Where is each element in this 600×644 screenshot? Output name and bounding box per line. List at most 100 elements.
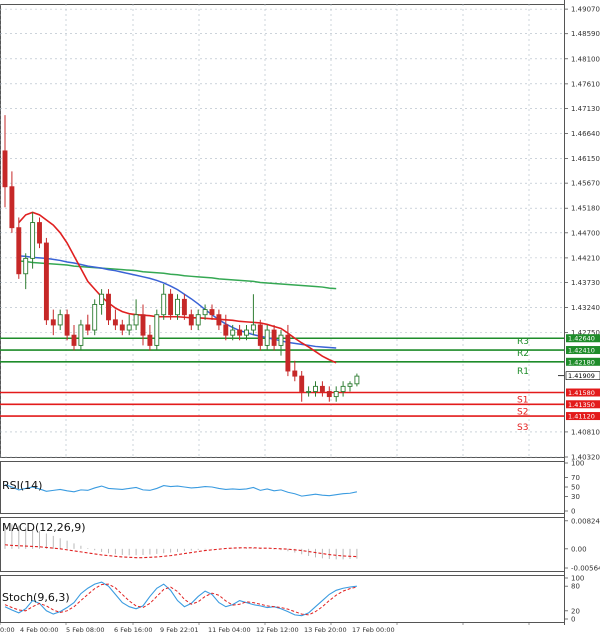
macd-y-tick-label: -0.005643 xyxy=(571,565,600,573)
candle-body xyxy=(278,334,284,346)
candle-body xyxy=(230,329,236,336)
candle-body xyxy=(216,314,222,326)
price-y-tick-label: 1.48590 xyxy=(571,30,600,38)
candle-body xyxy=(237,329,243,336)
candle-body xyxy=(112,319,118,326)
price-y-tick-label: 1.40810 xyxy=(571,428,600,436)
price-y-tick-label: 1.45180 xyxy=(571,205,600,213)
level-price-label-s1: 1.41580 xyxy=(568,389,595,397)
candle-body xyxy=(319,385,325,392)
candle-body xyxy=(23,257,29,275)
forex-chart: 1.49070 1.48590 1.48100 1.47610 1.47130 1.466… xyxy=(0,0,600,640)
chart-svg: 1.49070 1.48590 1.48100 1.47610 1.47130 1.466… xyxy=(0,0,600,634)
stoch-y-tick-label: 100 xyxy=(571,575,584,583)
candle-body xyxy=(147,334,153,346)
price-y-tick-label: 1.45670 xyxy=(571,180,600,188)
stoch-y-tick-label: 0 xyxy=(571,616,575,624)
price-y-tick-label: 1.46640 xyxy=(571,130,600,138)
candle-body xyxy=(99,293,105,305)
rsi-y-tick-label: 100 xyxy=(571,460,584,468)
price-y-tick-label: 1.43730 xyxy=(571,279,600,287)
candle-body xyxy=(285,334,291,372)
candle-body xyxy=(264,329,270,346)
x-tick-label: 5 Feb 08:00 xyxy=(66,626,105,634)
candle-body xyxy=(126,324,132,331)
candle-body xyxy=(333,391,339,398)
macd-y-tick-label: 0.00 xyxy=(571,545,587,553)
stoch-panel-frame xyxy=(0,575,565,623)
price-y-tick-label: 1.44700 xyxy=(571,229,600,237)
candle-body xyxy=(181,298,187,316)
x-tick-label: 13 Feb 20:00 xyxy=(304,626,347,634)
price-panel-frame xyxy=(0,4,565,458)
level-name-r1: R1 xyxy=(517,367,529,377)
candle-body xyxy=(119,324,125,331)
stoch-title: Stoch(9,6,3) xyxy=(2,591,70,604)
candle-body xyxy=(250,324,256,331)
candle-body xyxy=(2,150,8,188)
rsi-y-tick-label: 30 xyxy=(571,493,580,501)
x-tick-label: 11 Feb 04:00 xyxy=(208,626,251,634)
candle-body xyxy=(188,314,194,326)
candle-body xyxy=(16,227,22,275)
candle-body xyxy=(50,319,56,326)
candle-body xyxy=(354,375,360,385)
candle-body xyxy=(9,186,15,229)
price-y-tick-label: 1.49070 xyxy=(571,6,600,14)
rsi-title: RSI(14) xyxy=(2,479,42,492)
price-y-tick-label: 1.44210 xyxy=(571,254,600,262)
candle-body xyxy=(57,314,63,326)
level-price-label-r3: 1.42640 xyxy=(568,335,595,343)
price-y-tick-label: 1.47130 xyxy=(571,105,600,113)
candle-body xyxy=(154,314,160,346)
price-y-tick-label: 1.46150 xyxy=(571,155,600,163)
candle-body xyxy=(106,293,111,321)
rsi-y-tick-label: 0 xyxy=(571,508,575,516)
candle-body xyxy=(209,309,215,316)
candle-body xyxy=(133,314,139,326)
rsi-y-tick-label: 50 xyxy=(571,484,580,492)
candle-body xyxy=(30,222,36,259)
candle-body xyxy=(140,314,146,336)
x-tick-label: 6 Feb 16:00 xyxy=(114,626,153,634)
level-name-r3: R3 xyxy=(517,337,529,347)
level-name-r2: R2 xyxy=(517,349,529,359)
candle-body xyxy=(85,324,91,331)
level-name-s2: S2 xyxy=(517,407,528,417)
candle-body xyxy=(37,222,42,244)
candle-body xyxy=(175,298,180,316)
level-price-label-r2: 1.42410 xyxy=(568,347,595,355)
candle-body xyxy=(340,385,346,392)
price-y-tick-label: 1.43240 xyxy=(571,304,600,312)
candle-body xyxy=(223,324,229,336)
candle-body xyxy=(168,293,174,316)
x-tick-label: 9 Feb 22:01 xyxy=(160,626,199,634)
level-price-label-s3: 1.41120 xyxy=(568,413,595,421)
candle-body xyxy=(299,375,305,392)
candle-body xyxy=(257,324,263,346)
candle-body xyxy=(64,314,70,336)
candle-body xyxy=(347,383,353,387)
candle-body xyxy=(326,391,332,398)
candle-body xyxy=(202,309,208,316)
candle-body xyxy=(306,391,312,393)
level-price-label-r1: 1.42180 xyxy=(568,358,595,366)
level-name-s1: S1 xyxy=(517,396,528,406)
level-price-label-s2: 1.41350 xyxy=(568,401,595,409)
candle-body xyxy=(43,242,49,321)
macd-y-tick-label: 0.008248 xyxy=(571,517,600,525)
x-tick-label: 0:00 xyxy=(0,626,15,634)
candle-body xyxy=(271,329,277,346)
candle-body xyxy=(313,385,318,392)
candle-body xyxy=(161,293,167,316)
stoch-y-tick-label: 80 xyxy=(571,583,580,591)
price-y-tick-label: 1.47610 xyxy=(571,80,600,88)
macd-title: MACD(12,26,9) xyxy=(2,521,86,534)
candle-body xyxy=(244,329,249,336)
candle-body xyxy=(71,334,77,346)
x-tick-label: 12 Feb 12:00 xyxy=(256,626,299,634)
price-y-tick-label: 1.48100 xyxy=(571,55,600,63)
current-price-label: 1.41909 xyxy=(568,372,595,380)
rsi-y-tick-label: 70 xyxy=(571,474,580,482)
candle-body xyxy=(292,370,298,377)
